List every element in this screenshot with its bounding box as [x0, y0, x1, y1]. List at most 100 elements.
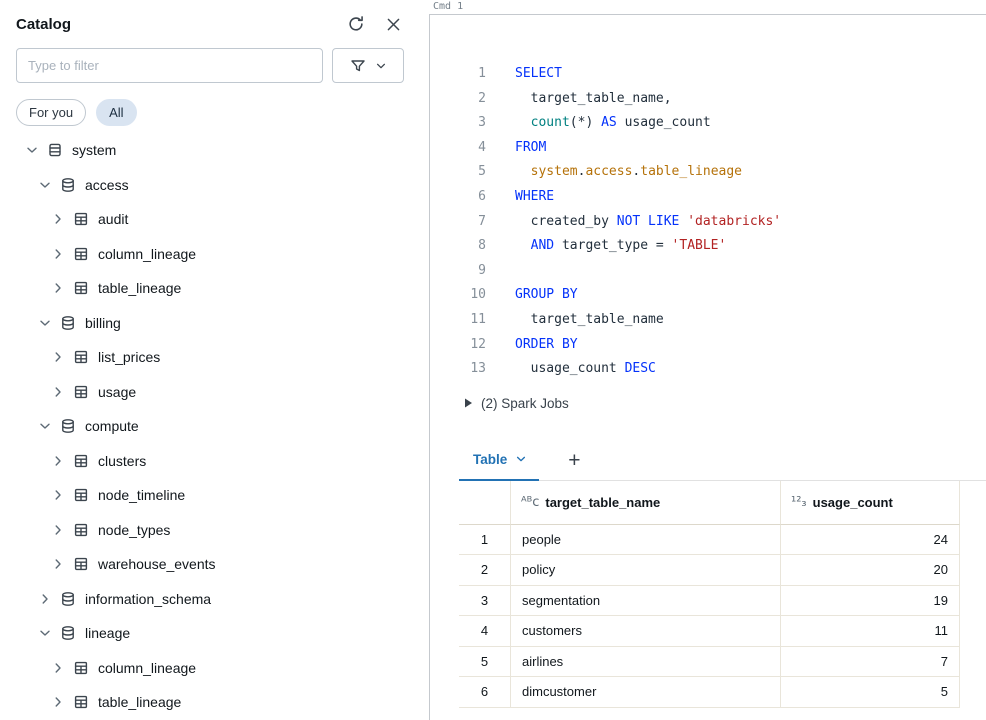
tab-table[interactable]: Table: [459, 452, 539, 481]
line-number: 2: [430, 87, 486, 112]
collapsed-triangle-icon: [464, 398, 473, 408]
cell-usage-count: 5: [781, 677, 960, 708]
tree-item-system[interactable]: system: [16, 133, 404, 168]
tree-item-billing[interactable]: billing: [16, 306, 404, 341]
cell-usage-count: 24: [781, 525, 960, 556]
results-section: Table + ᴬᴮᴄtarget_table_name¹²₃usage_cou…: [459, 438, 986, 708]
cell-usage-count: 11: [781, 616, 960, 647]
code-line: 2 target_table_name,: [430, 87, 986, 112]
tree-item-information_schema[interactable]: information_schema: [16, 582, 404, 617]
line-number: 12: [430, 333, 486, 358]
chevron-right-icon[interactable]: [50, 453, 66, 469]
line-number: 4: [430, 136, 486, 161]
chevron-down-icon[interactable]: [37, 418, 53, 434]
column-header-target_table_name[interactable]: ᴬᴮᴄtarget_table_name: [511, 481, 781, 525]
table-icon: [72, 210, 90, 228]
tree-item-label: system: [72, 142, 116, 158]
chevron-right-icon[interactable]: [50, 246, 66, 262]
tree-item-warehouse_events[interactable]: warehouse_events: [16, 547, 404, 582]
close-button[interactable]: [383, 14, 404, 35]
table-row[interactable]: 4customers11: [459, 616, 960, 647]
spark-jobs-toggle[interactable]: (2) Spark Jobs: [464, 396, 986, 411]
refresh-button[interactable]: [345, 13, 367, 35]
table-icon: [72, 486, 90, 504]
chevron-right-icon[interactable]: [50, 280, 66, 296]
chevron-right-icon[interactable]: [50, 660, 66, 676]
funnel-icon: [350, 58, 366, 74]
pill-for-you[interactable]: For you: [16, 99, 86, 126]
filter-dropdown-button[interactable]: [332, 48, 404, 83]
tree-item-column_lineage[interactable]: column_lineage: [16, 237, 404, 272]
chevron-right-icon[interactable]: [50, 349, 66, 365]
tree-item-usage[interactable]: usage: [16, 375, 404, 410]
cell-target-table-name: people: [511, 525, 781, 556]
tree-item-column_lineage[interactable]: column_lineage: [16, 651, 404, 686]
chevron-right-icon[interactable]: [50, 384, 66, 400]
table-row[interactable]: 6dimcustomer5: [459, 677, 960, 708]
tree-item-label: warehouse_events: [98, 556, 216, 572]
chevron-down-icon[interactable]: [37, 315, 53, 331]
table-row[interactable]: 2policy20: [459, 555, 960, 586]
chevron-down-icon[interactable]: [24, 142, 40, 158]
schema-icon: [59, 314, 77, 332]
filter-input[interactable]: [16, 48, 323, 83]
table-row[interactable]: 5airlines7: [459, 647, 960, 678]
tree-item-node_timeline[interactable]: node_timeline: [16, 478, 404, 513]
results-header-row: ᴬᴮᴄtarget_table_name¹²₃usage_count: [459, 481, 960, 525]
tree-item-label: column_lineage: [98, 660, 196, 676]
table-icon: [72, 245, 90, 263]
table-row[interactable]: 1people24: [459, 525, 960, 556]
code-text: AND target_type = 'TABLE': [515, 234, 726, 259]
pill-all[interactable]: All: [96, 99, 136, 126]
chevron-right-icon[interactable]: [37, 591, 53, 607]
schema-icon: [59, 417, 77, 435]
table-row[interactable]: 3segmentation19: [459, 586, 960, 617]
schema-icon: [59, 624, 77, 642]
code-line: 8 AND target_type = 'TABLE': [430, 234, 986, 259]
code-line: 12 ORDER BY: [430, 333, 986, 358]
tree-item-label: usage: [98, 384, 136, 400]
close-icon: [385, 16, 402, 33]
catalog-icon: [46, 141, 64, 159]
code-text: ORDER BY: [515, 333, 578, 358]
chevron-down-icon[interactable]: [37, 177, 53, 193]
schema-icon: [59, 590, 77, 608]
tree-item-lineage[interactable]: lineage: [16, 616, 404, 651]
column-header-usage_count[interactable]: ¹²₃usage_count: [781, 481, 960, 525]
tree-item-compute[interactable]: compute: [16, 409, 404, 444]
code-line: 5 system.access.table_lineage: [430, 160, 986, 185]
line-number: 5: [430, 160, 486, 185]
code-text: SELECT: [515, 62, 562, 87]
tree-item-label: access: [85, 177, 129, 193]
row-number-cell: 3: [459, 586, 511, 617]
tree-item-list_prices[interactable]: list_prices: [16, 340, 404, 375]
chevron-right-icon[interactable]: [50, 487, 66, 503]
tree-item-clusters[interactable]: clusters: [16, 444, 404, 479]
line-number: 6: [430, 185, 486, 210]
line-number: 7: [430, 210, 486, 235]
code-text: target_table_name,: [515, 87, 672, 112]
chevron-right-icon[interactable]: [50, 211, 66, 227]
tree-item-label: column_lineage: [98, 246, 196, 262]
code-text: usage_count DESC: [515, 357, 656, 382]
add-visualization-button[interactable]: +: [564, 450, 584, 480]
spark-jobs-label: (2) Spark Jobs: [481, 396, 569, 411]
tree-item-table_lineage[interactable]: table_lineage: [16, 271, 404, 306]
tree-item-access[interactable]: access: [16, 168, 404, 203]
column-header-label: usage_count: [813, 495, 893, 510]
tree-item-label: node_types: [98, 522, 170, 538]
chevron-right-icon[interactable]: [50, 522, 66, 538]
tree-item-label: table_lineage: [98, 694, 181, 710]
line-number: 11: [430, 308, 486, 333]
tree-item-table_lineage[interactable]: table_lineage: [16, 685, 404, 720]
code-text: count(*) AS usage_count: [515, 111, 711, 136]
chevron-right-icon[interactable]: [50, 556, 66, 572]
chevron-down-icon[interactable]: [37, 625, 53, 641]
code-editor[interactable]: 1SELECT2 target_table_name,3 count(*) AS…: [430, 15, 986, 382]
chevron-right-icon[interactable]: [50, 694, 66, 710]
notebook-panel: Cmd 1 1SELECT2 target_table_name,3 count…: [420, 0, 986, 720]
tab-table-label: Table: [473, 452, 507, 467]
code-text: target_table_name: [515, 308, 664, 333]
tree-item-audit[interactable]: audit: [16, 202, 404, 237]
tree-item-node_types[interactable]: node_types: [16, 513, 404, 548]
